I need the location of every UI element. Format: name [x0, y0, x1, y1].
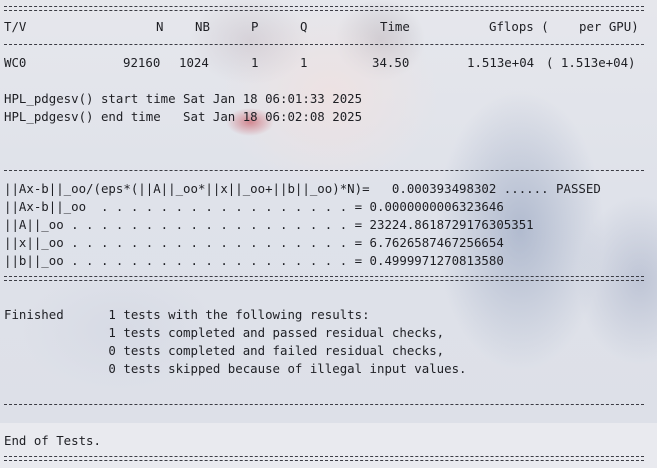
- summary-line: 1 tests completed and passed residual ch…: [4, 325, 445, 340]
- end-of-tests-line: End of Tests.: [4, 433, 101, 448]
- column-per-gpu: per GPU): [579, 19, 639, 34]
- cell-per-gpu: ( 1.513e+04): [546, 55, 636, 70]
- column-tv: T/V: [4, 19, 27, 34]
- end-time-line: HPL_pdgesv() end time Sat Jan 18 06:02:0…: [4, 109, 363, 124]
- column-q: Q: [300, 19, 308, 34]
- norm-x-line: ||x||_oo . . . . . . . . . . . . . . . .…: [4, 235, 504, 250]
- column-nb: NB: [195, 19, 210, 34]
- double-separator: [4, 450, 654, 468]
- column-gflops: Gflops (: [489, 19, 549, 34]
- table-header: T/V N NB P Q Time Gflops ( per GPU): [4, 18, 654, 36]
- residual-ax-b-line: ||Ax-b||_oo . . . . . . . . . . . . . . …: [4, 199, 504, 214]
- cell-nb: 1024: [179, 55, 209, 70]
- cell-gflops: 1.513e+04: [467, 55, 535, 70]
- table-row: WC0 92160 1024 1 1 34.50 1.513e+04 ( 1.5…: [4, 54, 654, 72]
- column-time: Time: [380, 19, 410, 34]
- double-separator: [4, 0, 654, 18]
- norm-b-line: ||b||_oo . . . . . . . . . . . . . . . .…: [4, 253, 504, 268]
- residual-check-line: ||Ax-b||_oo/(eps*(||A||_oo*||x||_oo+||b|…: [4, 181, 601, 196]
- cell-p: 1: [251, 55, 259, 70]
- summary-line: 0 tests completed and failed residual ch…: [4, 343, 445, 358]
- column-p: P: [251, 19, 259, 34]
- cell-tv: WC0: [4, 55, 27, 70]
- norm-a-line: ||A||_oo . . . . . . . . . . . . . . . .…: [4, 217, 534, 232]
- dashed-separator: [4, 36, 654, 54]
- column-n: N: [156, 19, 164, 34]
- double-separator: [4, 270, 654, 288]
- summary-line: Finished 1 tests with the following resu…: [4, 307, 370, 322]
- dashed-separator: [4, 162, 654, 180]
- start-time-line: HPL_pdgesv() start time Sat Jan 18 06:01…: [4, 91, 363, 106]
- cell-n: 92160: [123, 55, 161, 70]
- cell-q: 1: [300, 55, 308, 70]
- summary-line: 0 tests skipped because of illegal input…: [4, 361, 467, 376]
- terminal-output: T/V N NB P Q Time Gflops ( per GPU) WC0 …: [4, 0, 654, 468]
- cell-time: 34.50: [372, 55, 410, 70]
- dashed-separator: [4, 396, 654, 414]
